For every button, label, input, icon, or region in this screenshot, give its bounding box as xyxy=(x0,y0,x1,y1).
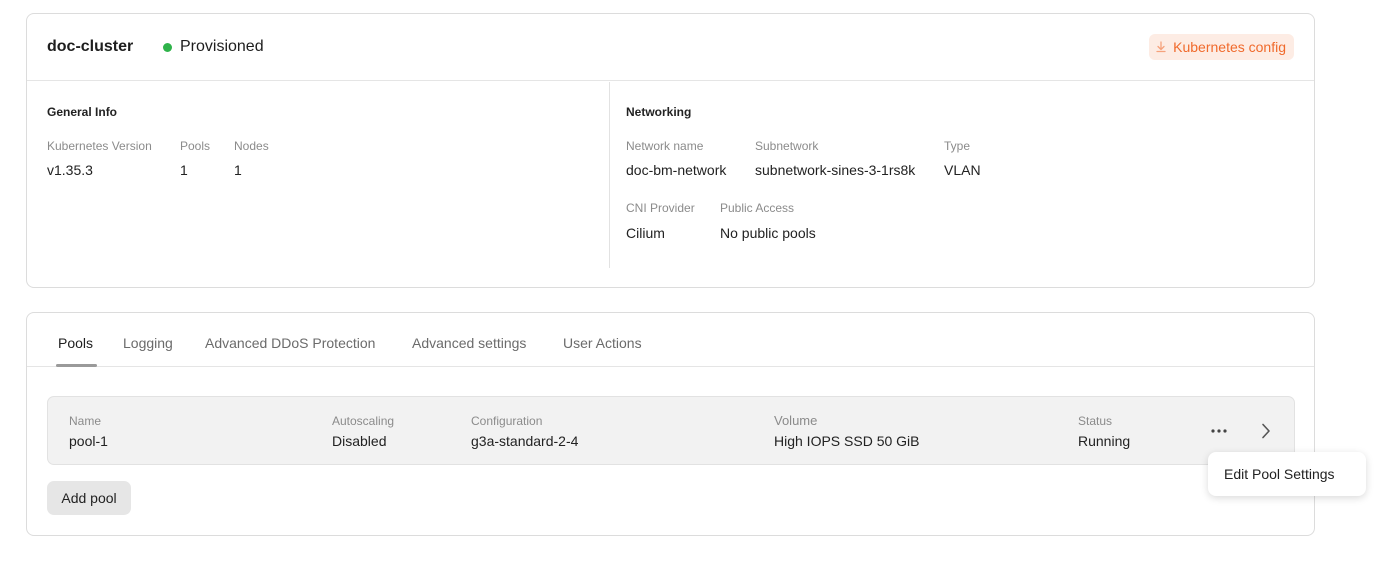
subnetwork-label: Subnetwork xyxy=(755,139,819,153)
pool-autoscaling-value: Disabled xyxy=(332,433,387,449)
add-pool-button[interactable]: Add pool xyxy=(47,481,131,515)
nodes-count-label: Nodes xyxy=(234,139,269,153)
edit-pool-settings-item[interactable]: Edit Pool Settings xyxy=(1224,466,1335,482)
nodes-count-value: 1 xyxy=(234,162,242,178)
network-name-value: doc-bm-network xyxy=(626,162,727,178)
pool-autoscaling-label: Autoscaling xyxy=(332,414,395,428)
tab-advanced-settings[interactable]: Advanced settings xyxy=(412,335,526,351)
pool-volume-value: High IOPS SSD 50 GiB xyxy=(774,433,920,449)
pool-actions-menu: Edit Pool Settings xyxy=(1208,452,1366,496)
pools-count-label: Pools xyxy=(180,139,211,153)
pool-volume-label: Volume xyxy=(774,413,818,428)
tabs-bar: Pools Logging Advanced DDoS Protection A… xyxy=(27,313,1314,367)
tab-logging[interactable]: Logging xyxy=(123,335,173,351)
pool-row[interactable]: Name pool-1 Autoscaling Disabled Configu… xyxy=(47,396,1295,465)
pool-name-label: Name xyxy=(69,414,102,428)
tab-advanced-ddos-protection[interactable]: Advanced DDoS Protection xyxy=(205,335,375,351)
active-tab-indicator xyxy=(56,364,97,367)
k8s-version-label: Kubernetes Version xyxy=(47,139,152,153)
tab-user-actions[interactable]: User Actions xyxy=(563,335,642,351)
pool-status-value: Running xyxy=(1078,433,1131,449)
cni-provider-value: Cilium xyxy=(626,225,665,241)
networking-section: Networking Network name doc-bm-network S… xyxy=(611,82,1311,268)
cluster-name: doc-cluster xyxy=(47,38,134,55)
pool-configuration-label: Configuration xyxy=(471,414,543,428)
general-info-title: General Info xyxy=(47,105,118,119)
pool-name-value: pool-1 xyxy=(69,433,108,449)
pools-card: Pools Logging Advanced DDoS Protection A… xyxy=(26,312,1315,536)
status-indicator: Provisioned xyxy=(163,38,264,56)
networking-title: Networking xyxy=(626,105,692,119)
network-type-value: VLAN xyxy=(944,162,981,178)
pool-configuration-value: g3a-standard-2-4 xyxy=(471,433,579,449)
chevron-right-icon xyxy=(1262,423,1270,439)
more-actions-button[interactable] xyxy=(1208,421,1230,441)
status-dot-icon xyxy=(163,42,172,52)
public-access-label: Public Access xyxy=(720,201,795,215)
expand-pool-button[interactable] xyxy=(1256,419,1276,443)
tab-pools[interactable]: Pools xyxy=(58,335,93,351)
network-name-label: Network name xyxy=(626,139,704,153)
network-type-label: Type xyxy=(944,139,971,153)
cluster-card: doc-cluster Provisioned Kubernetes confi… xyxy=(26,13,1315,288)
cni-provider-label: CNI Provider xyxy=(626,201,695,215)
general-info-section: General Info Kubernetes Version v1.35.3 … xyxy=(27,82,610,268)
kubernetes-config-label: Kubernetes config xyxy=(1173,39,1286,55)
status-text: Provisioned xyxy=(180,38,264,55)
more-horizontal-icon xyxy=(1211,429,1227,433)
cluster-header: doc-cluster Provisioned Kubernetes confi… xyxy=(27,14,1314,81)
k8s-version-value: v1.35.3 xyxy=(47,162,93,178)
pool-status-label: Status xyxy=(1078,414,1113,428)
download-icon xyxy=(1156,41,1166,53)
pools-count-value: 1 xyxy=(180,162,188,178)
subnetwork-value: subnetwork-sines-3-1rs8k xyxy=(755,162,916,178)
kubernetes-config-button[interactable]: Kubernetes config xyxy=(1149,34,1294,60)
public-access-value: No public pools xyxy=(720,225,816,241)
